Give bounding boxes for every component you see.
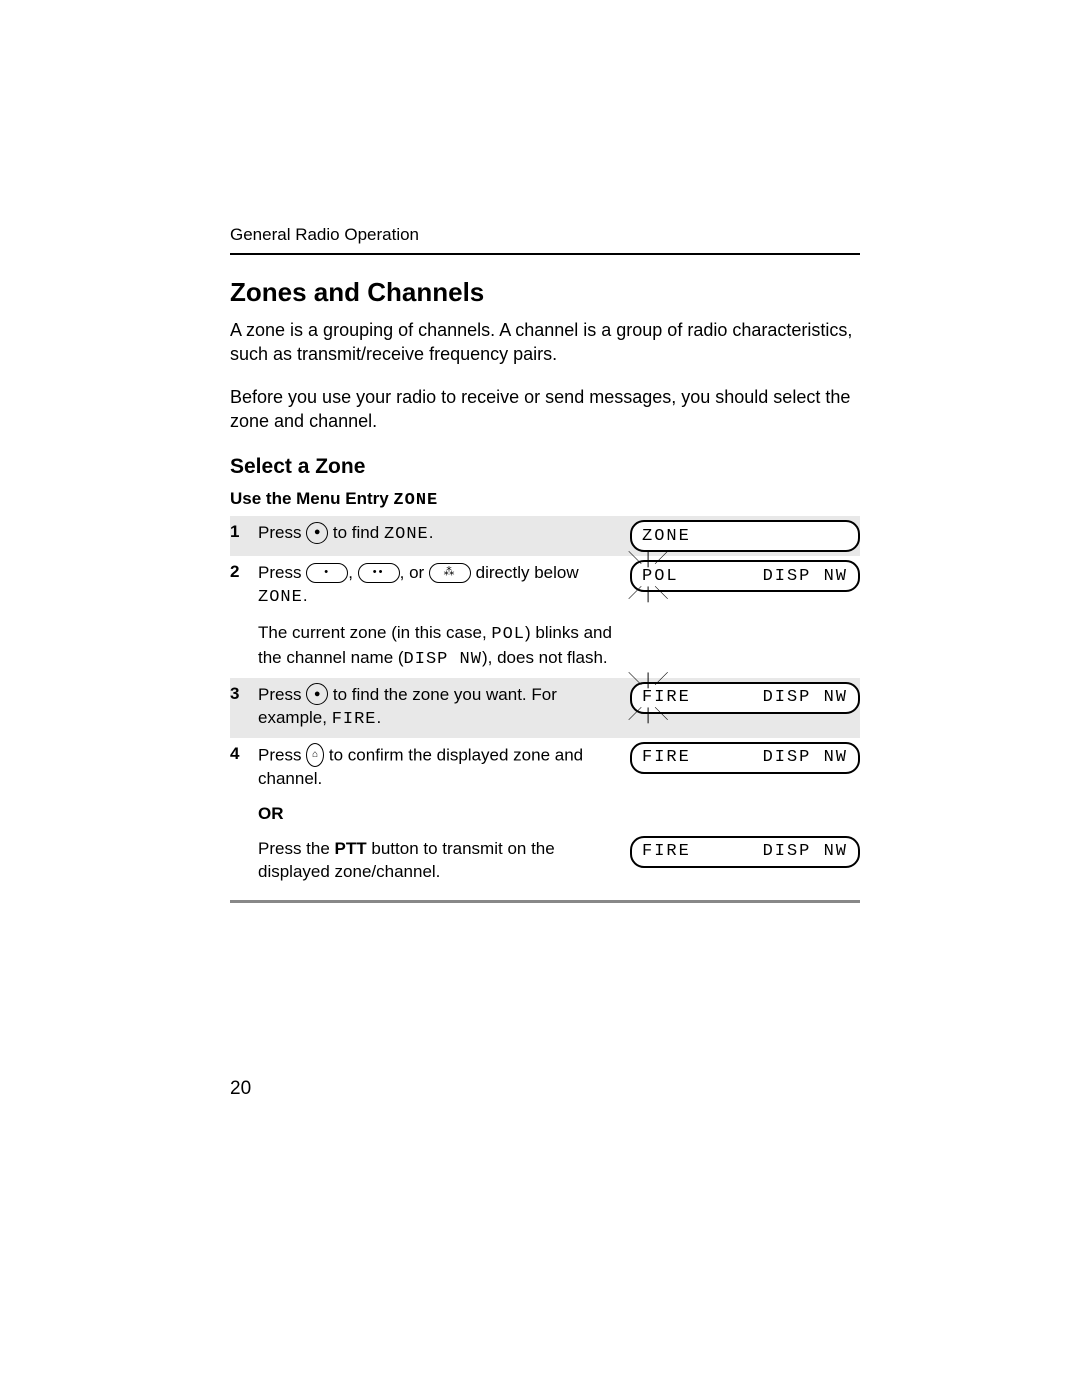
- pol-label: POL: [491, 625, 525, 644]
- lcd-text: ZONE: [642, 527, 848, 546]
- text: .: [429, 523, 434, 542]
- nav-dot-icon: ●: [306, 683, 328, 705]
- dispnw-label: DISP NW: [404, 650, 482, 669]
- footer-rule: [230, 900, 860, 903]
- running-header: General Radio Operation: [230, 225, 860, 245]
- step-text: Press •, ••, or ⁂ directly below ZONE. T…: [258, 556, 630, 678]
- softkey-one-dot-icon: •: [306, 563, 348, 583]
- text: Press: [258, 685, 306, 704]
- lcd-text-left: FIRE: [642, 842, 763, 861]
- lcd-display: ＼│／ ／│＼ POL DISP NW: [630, 556, 860, 596]
- spark-icon: ＼│／: [628, 676, 670, 686]
- lcd-text-right: DISP NW: [763, 842, 848, 861]
- lcd-fire-blink: ＼│／ ／│＼ FIRE DISP NW: [630, 682, 860, 714]
- step-text: Press the PTT button to transmit on the …: [258, 832, 630, 890]
- blink-indicator: ＼│／ ／│＼ FIRE: [642, 688, 691, 707]
- step-text: Press ● to find the zone you want. For e…: [258, 678, 630, 738]
- step-row-4: 4 Press ⌂ to confirm the displayed zone …: [230, 738, 860, 797]
- step-number: [230, 832, 258, 844]
- lcd-text-left: FIRE: [642, 748, 763, 767]
- step-row-1: 1 Press ● to find ZONE. ZONE: [230, 516, 860, 556]
- lcd-display: ＼│／ ／│＼ FIRE DISP NW: [630, 678, 860, 718]
- subhead-zone: ZONE: [393, 491, 438, 510]
- procedure-subhead: Use the Menu Entry ZONE: [230, 489, 860, 510]
- or-row: OR: [230, 797, 860, 832]
- lcd-zone: ZONE: [630, 520, 860, 552]
- step-number: 4: [230, 738, 258, 770]
- softkey-three-dot-icon: ⁂: [429, 563, 471, 583]
- lcd-text-left: FIRE: [642, 688, 691, 707]
- text: .: [377, 708, 382, 727]
- spark-icon: ＼│／: [628, 555, 670, 565]
- text: Press: [258, 523, 306, 542]
- step-number: 1: [230, 516, 258, 548]
- text: Press the: [258, 839, 335, 858]
- step-number: [230, 797, 258, 809]
- home-button-icon: ⌂: [306, 743, 324, 767]
- step-text: Press ● to find ZONE.: [258, 516, 630, 553]
- lcd-fire-confirmed: FIRE DISP NW: [630, 742, 860, 774]
- zone-label: ZONE: [384, 525, 429, 544]
- page-number: 20: [230, 1078, 251, 1100]
- lcd-display: FIRE DISP NW: [630, 738, 860, 778]
- text: , or: [400, 563, 429, 582]
- section-heading: Select a Zone: [230, 455, 860, 479]
- fire-label: FIRE: [332, 710, 377, 729]
- text: .: [303, 586, 308, 605]
- page-title: Zones and Channels: [230, 277, 860, 308]
- text: Press: [258, 745, 306, 764]
- lcd-text-right: DISP NW: [763, 748, 848, 767]
- spark-icon: ／│＼: [628, 711, 670, 721]
- lcd-display: [630, 797, 860, 805]
- softkey-two-dot-icon: ••: [358, 563, 400, 583]
- step-row-ptt: Press the PTT button to transmit on the …: [230, 832, 860, 890]
- step-number: 3: [230, 678, 258, 710]
- nav-dot-icon: ●: [306, 522, 328, 544]
- manual-page: General Radio Operation Zones and Channe…: [0, 0, 1080, 1397]
- lcd-display: FIRE DISP NW: [630, 832, 860, 872]
- ptt-label: PTT: [335, 839, 367, 858]
- lcd-text-right: DISP NW: [763, 688, 848, 707]
- lcd-text-left: POL: [642, 567, 679, 586]
- lcd-display: ZONE: [630, 516, 860, 556]
- intro-paragraph-2: Before you use your radio to receive or …: [230, 385, 860, 434]
- step-row-3: 3 Press ● to find the zone you want. For…: [230, 678, 860, 738]
- lcd-text-right: DISP NW: [763, 567, 848, 586]
- subhead-prefix: Use the Menu Entry: [230, 489, 393, 508]
- blink-indicator: ＼│／ ／│＼ POL: [642, 567, 679, 586]
- intro-paragraph-1: A zone is a grouping of channels. A chan…: [230, 318, 860, 367]
- text: directly below: [471, 563, 579, 582]
- steps-table: 1 Press ● to find ZONE. ZONE 2 Press •, …: [230, 516, 860, 889]
- lcd-fire-ptt: FIRE DISP NW: [630, 836, 860, 868]
- text: Press: [258, 563, 306, 582]
- step-row-2: 2 Press •, ••, or ⁂ directly below ZONE.…: [230, 556, 860, 678]
- text: ), does not flash.: [482, 648, 608, 667]
- text: to find: [328, 523, 384, 542]
- step-text: Press ⌂ to confirm the displayed zone an…: [258, 738, 630, 797]
- zone-label: ZONE: [258, 588, 303, 607]
- or-label: OR: [258, 797, 630, 832]
- lcd-pol-dispnw: ＼│／ ／│＼ POL DISP NW: [630, 560, 860, 592]
- text: ,: [348, 563, 357, 582]
- step-number: 2: [230, 556, 258, 588]
- spark-icon: ／│＼: [628, 590, 670, 600]
- header-rule: [230, 253, 860, 255]
- text: The current zone (in this case,: [258, 623, 491, 642]
